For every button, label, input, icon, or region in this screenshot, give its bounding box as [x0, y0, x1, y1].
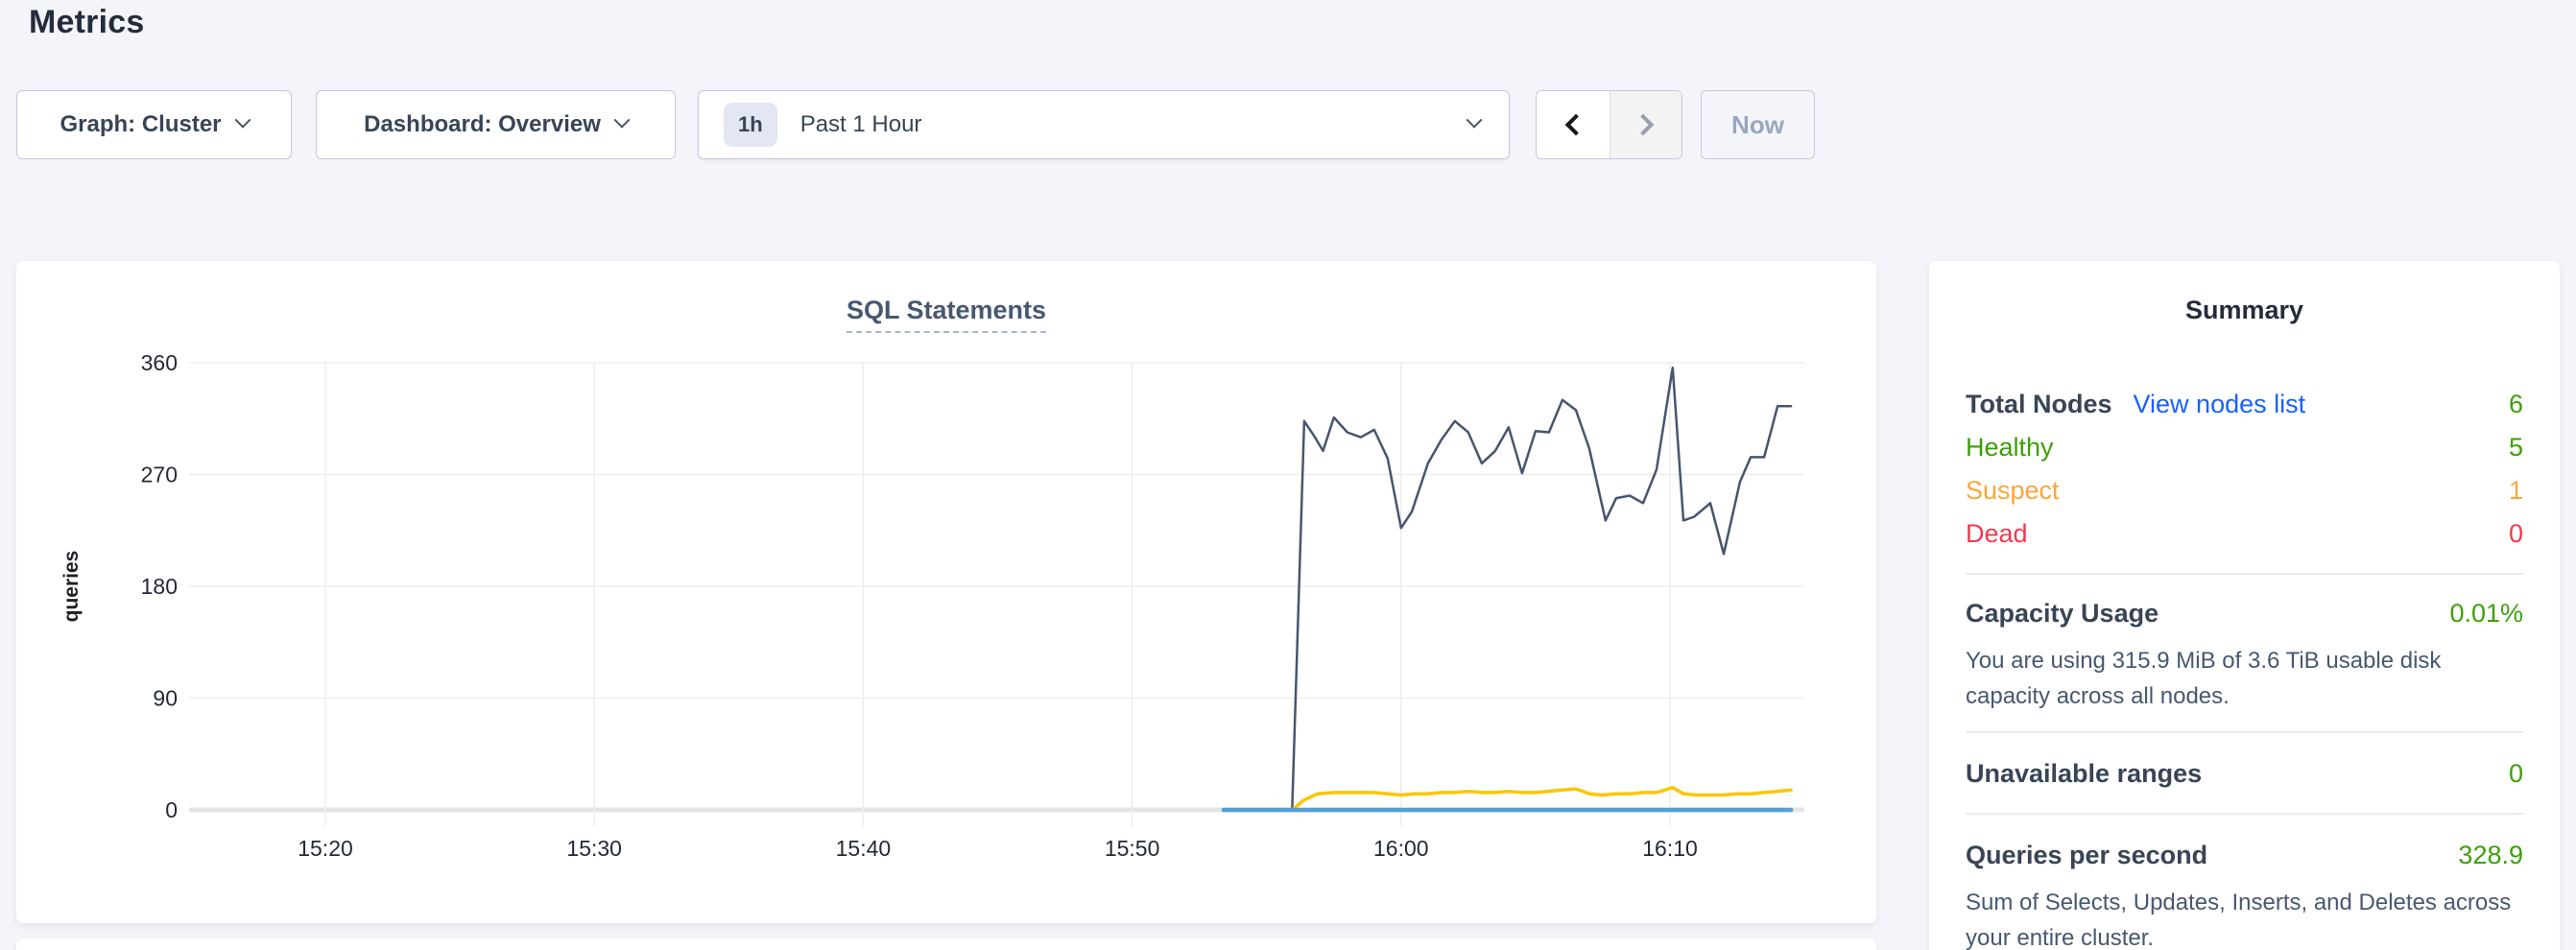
- series-dark-navy: [1224, 368, 1791, 810]
- healthy-nodes-row: Healthy 5: [1966, 426, 2523, 469]
- sql-statements-chart-card: SQL Statements 09018027036015:2015:3015:…: [16, 261, 1876, 923]
- chevron-right-icon: [1632, 114, 1654, 136]
- divider: [1966, 813, 2523, 815]
- queries-per-second-description: Sum of Selects, Updates, Inserts, and De…: [1966, 885, 2523, 950]
- next-chart-card: [16, 938, 1876, 950]
- graph-dropdown[interactable]: Graph: Cluster: [16, 90, 292, 159]
- queries-per-second-row: Queries per second 328.9: [1966, 834, 2523, 877]
- x-tick-label: 16:00: [1373, 836, 1429, 861]
- graph-dropdown-label: Graph: Cluster: [60, 111, 221, 138]
- x-tick-label: 15:50: [1105, 836, 1160, 861]
- time-range-badge: 1h: [724, 103, 777, 147]
- x-tick-label: 16:10: [1642, 836, 1698, 861]
- time-range-dropdown[interactable]: 1h Past 1 Hour: [698, 90, 1510, 159]
- x-tick-label: 15:40: [836, 836, 892, 861]
- dead-value: 0: [2509, 512, 2523, 556]
- suspect-value: 1: [2509, 469, 2523, 512]
- summary-panel: Summary Total Nodes View nodes list 6 He…: [1929, 261, 2560, 950]
- x-tick-label: 15:30: [566, 836, 622, 861]
- chevron-down-icon: [234, 112, 250, 129]
- y-axis-label: queries: [60, 551, 83, 623]
- y-tick-label: 180: [141, 574, 178, 599]
- suspect-label: Suspect: [1966, 469, 2060, 512]
- queries-per-second-label: Queries per second: [1966, 834, 2207, 877]
- y-tick-label: 270: [141, 463, 178, 487]
- page-title: Metrics: [29, 4, 144, 41]
- summary-title: Summary: [1966, 296, 2523, 325]
- previous-time-button[interactable]: [1537, 91, 1610, 158]
- y-tick-label: 360: [141, 350, 178, 375]
- dashboard-dropdown-label: Dashboard: Overview: [364, 111, 601, 138]
- next-time-button[interactable]: [1610, 91, 1682, 158]
- dead-nodes-row: Dead 0: [1966, 512, 2523, 556]
- unavailable-ranges-value: 0: [2509, 752, 2523, 796]
- capacity-usage-value: 0.01%: [2449, 592, 2523, 635]
- total-nodes-label: Total Nodes: [1966, 383, 2112, 426]
- queries-per-second-value: 328.9: [2458, 834, 2523, 877]
- chevron-down-icon: [613, 112, 630, 129]
- time-range-label: Past 1 Hour: [800, 111, 922, 138]
- y-tick-label: 0: [165, 797, 178, 822]
- now-button[interactable]: Now: [1701, 90, 1815, 159]
- chevron-down-icon: [1467, 112, 1483, 129]
- sql-statements-chart[interactable]: 0 90 180 270 360 15:20 15:30 15:40 15:50 16:00 16:…: [16, 261, 1876, 923]
- suspect-nodes-row: Suspect 1: [1966, 469, 2523, 512]
- total-nodes-row: Total Nodes View nodes list 6: [1966, 383, 2523, 426]
- healthy-value: 5: [2509, 426, 2523, 469]
- unavailable-ranges-label: Unavailable ranges: [1966, 752, 2202, 796]
- total-nodes-value: 6: [2509, 383, 2523, 426]
- chevron-left-icon: [1564, 114, 1586, 136]
- capacity-usage-description: You are using 315.9 MiB of 3.6 TiB usabl…: [1966, 643, 2523, 714]
- x-tick-label: 15:20: [298, 836, 353, 861]
- y-tick-label: 90: [153, 686, 178, 711]
- capacity-usage-row: Capacity Usage 0.01%: [1966, 592, 2523, 635]
- dashboard-dropdown[interactable]: Dashboard: Overview: [316, 90, 676, 159]
- series-yellow: [1224, 788, 1791, 810]
- time-nav-arrows: [1536, 90, 1682, 159]
- dead-label: Dead: [1966, 512, 2028, 556]
- divider: [1966, 573, 2523, 575]
- unavailable-ranges-row: Unavailable ranges 0: [1966, 752, 2523, 796]
- divider: [1966, 731, 2523, 733]
- capacity-usage-label: Capacity Usage: [1966, 592, 2159, 635]
- nodes-block: Total Nodes View nodes list 6 Healthy 5 …: [1966, 383, 2523, 556]
- healthy-label: Healthy: [1966, 426, 2054, 469]
- view-nodes-list-link[interactable]: View nodes list: [2134, 383, 2306, 426]
